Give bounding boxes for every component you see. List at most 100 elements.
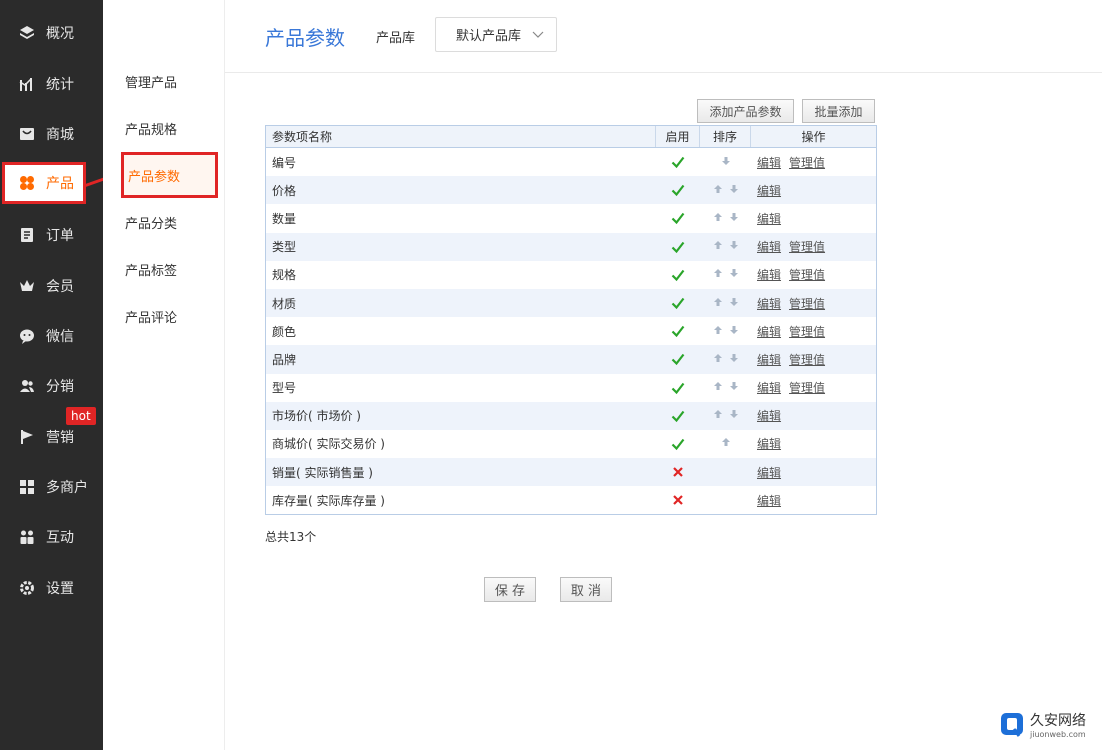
sub-nav: 管理产品 产品规格 产品参数 产品分类 产品标签 产品评论	[103, 0, 225, 750]
add-param-button[interactable]: 添加产品参数	[697, 99, 794, 123]
arrow-up-icon[interactable]	[713, 381, 723, 394]
manage-values-link[interactable]: 管理值	[789, 154, 825, 171]
save-button[interactable]: 保 存	[484, 577, 536, 602]
edit-link[interactable]: 编辑	[757, 379, 781, 396]
row-actions: 编辑	[751, 407, 876, 424]
arrow-down-icon[interactable]	[729, 381, 739, 394]
nav-item-product[interactable]: 产品	[2, 162, 86, 204]
arrow-down-icon[interactable]	[729, 297, 739, 310]
nav-label: 互动	[46, 530, 74, 546]
row-actions: 编辑	[751, 464, 876, 481]
gear-icon	[18, 579, 36, 597]
arrow-down-icon[interactable]	[729, 268, 739, 281]
library-select[interactable]: 默认产品库	[435, 17, 557, 52]
param-name: 类型	[272, 240, 297, 255]
nav-item-distribution[interactable]: 分销	[0, 361, 103, 411]
row-actions: 编辑	[751, 210, 876, 227]
edit-link[interactable]: 编辑	[757, 210, 781, 227]
nav-item-orders[interactable]: 订单	[0, 210, 103, 260]
table-body: 编号 编辑 管理值 价格 编辑 数量 编辑 类型 编辑 管理值 规格 编辑 管理值 材质 编辑 管理值 颜色 编辑…	[266, 148, 876, 515]
nav-label: 统计	[46, 77, 74, 93]
arrow-up-icon[interactable]	[713, 297, 723, 310]
check-icon[interactable]	[656, 183, 700, 197]
app-window: 概况 统计 商城 产品 订单 会员 微信 分销 营销 多商户 互动 设置 hot…	[0, 0, 1102, 750]
watermark: 久安网络 jiuonweb.com	[1000, 710, 1086, 739]
check-icon[interactable]	[656, 211, 700, 225]
watermark-sub: jiuonweb.com	[1030, 730, 1086, 739]
edit-link[interactable]: 编辑	[757, 323, 781, 340]
edit-link[interactable]: 编辑	[757, 351, 781, 368]
check-icon[interactable]	[656, 409, 700, 423]
check-icon[interactable]	[656, 324, 700, 338]
total-count: 总共13个	[265, 530, 317, 544]
param-name: 颜色	[272, 324, 297, 339]
edit-link[interactable]: 编辑	[757, 238, 781, 255]
check-icon[interactable]	[656, 155, 700, 169]
edit-link[interactable]: 编辑	[757, 182, 781, 199]
arrow-down-icon[interactable]	[729, 325, 739, 338]
arrow-up-icon[interactable]	[713, 409, 723, 422]
row-actions: 编辑 管理值	[751, 238, 876, 255]
sub-item-product-reviews[interactable]: 产品评论	[125, 307, 177, 326]
cross-icon[interactable]	[656, 466, 700, 478]
arrow-down-icon[interactable]	[729, 212, 739, 225]
cancel-button[interactable]: 取 消	[560, 577, 612, 602]
manage-values-link[interactable]: 管理值	[789, 323, 825, 340]
edit-link[interactable]: 编辑	[757, 464, 781, 481]
arrow-up-icon[interactable]	[713, 325, 723, 338]
check-icon[interactable]	[656, 352, 700, 366]
arrow-down-icon[interactable]	[729, 409, 739, 422]
sub-item-product-categories[interactable]: 产品分类	[125, 213, 177, 232]
manage-values-link[interactable]: 管理值	[789, 295, 825, 312]
manage-values-link[interactable]: 管理值	[789, 379, 825, 396]
arrow-up-icon[interactable]	[713, 353, 723, 366]
arrow-down-icon[interactable]	[721, 156, 731, 169]
table-header: 参数项名称 启用 排序 操作	[266, 126, 876, 148]
arrow-down-icon[interactable]	[729, 240, 739, 253]
check-icon[interactable]	[656, 240, 700, 254]
nav-item-overview[interactable]: 概况	[0, 8, 103, 58]
sub-item-product-specs[interactable]: 产品规格	[125, 119, 177, 138]
product-icon	[18, 174, 36, 192]
nav-item-mall[interactable]: 商城	[0, 109, 103, 159]
manage-values-link[interactable]: 管理值	[789, 266, 825, 283]
check-icon[interactable]	[656, 268, 700, 282]
table-row: 型号 编辑 管理值	[266, 373, 876, 402]
check-icon[interactable]	[656, 296, 700, 310]
arrow-down-icon[interactable]	[729, 353, 739, 366]
watermark-main: 久安网络	[1030, 713, 1086, 729]
arrow-up-icon[interactable]	[713, 240, 723, 253]
param-name: 型号	[272, 381, 297, 396]
arrow-up-icon[interactable]	[721, 437, 731, 450]
edit-link[interactable]: 编辑	[757, 266, 781, 283]
sort-controls	[700, 156, 751, 169]
sub-item-manage-products[interactable]: 管理产品	[125, 72, 177, 91]
sub-item-product-tags[interactable]: 产品标签	[125, 260, 177, 279]
manage-values-link[interactable]: 管理值	[789, 238, 825, 255]
edit-link[interactable]: 编辑	[757, 492, 781, 509]
batch-add-button[interactable]: 批量添加	[802, 99, 875, 123]
nav-item-stats[interactable]: 统计	[0, 59, 103, 109]
arrow-up-icon[interactable]	[713, 184, 723, 197]
check-icon[interactable]	[656, 437, 700, 451]
nav-item-interaction[interactable]: 互动	[0, 512, 103, 562]
sub-item-product-params[interactable]: 产品参数	[121, 152, 218, 198]
arrow-up-icon[interactable]	[713, 268, 723, 281]
layers-icon	[18, 24, 36, 42]
watermark-logo-icon	[1001, 712, 1023, 737]
nav-item-multi-merchant[interactable]: 多商户	[0, 462, 103, 512]
arrow-up-icon[interactable]	[713, 212, 723, 225]
edit-link[interactable]: 编辑	[757, 295, 781, 312]
cross-icon[interactable]	[656, 494, 700, 506]
manage-values-link[interactable]: 管理值	[789, 351, 825, 368]
nav-item-wechat[interactable]: 微信	[0, 311, 103, 361]
edit-link[interactable]: 编辑	[757, 435, 781, 452]
nav-item-members[interactable]: 会员	[0, 261, 103, 311]
arrow-down-icon[interactable]	[729, 184, 739, 197]
edit-link[interactable]: 编辑	[757, 407, 781, 424]
page-header: 产品参数 产品库 默认产品库	[225, 0, 1102, 73]
nav-item-settings[interactable]: 设置	[0, 563, 103, 613]
edit-link[interactable]: 编辑	[757, 154, 781, 171]
check-icon[interactable]	[656, 381, 700, 395]
nav-label: 设置	[46, 581, 74, 597]
